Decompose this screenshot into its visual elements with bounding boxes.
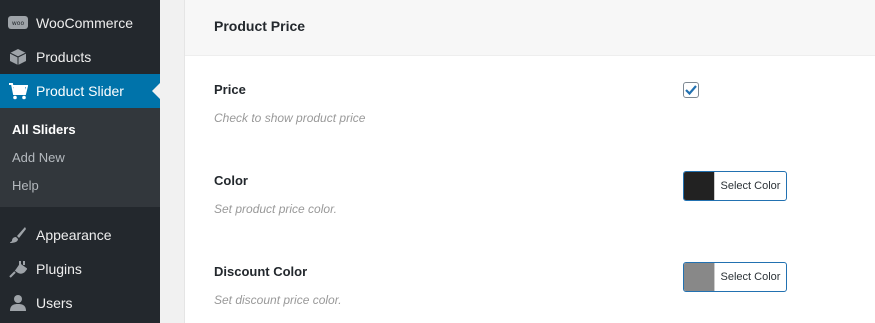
sidebar-item-label: Appearance: [36, 227, 112, 243]
price-checkbox[interactable]: [683, 82, 699, 98]
submenu-item-all-sliders[interactable]: All Sliders: [12, 122, 76, 137]
products-icon: [8, 47, 28, 67]
sidebar-item-label: Product Slider: [36, 83, 124, 99]
sidebar-item-label: WooCommerce: [36, 15, 133, 31]
sidebar-item-appearance[interactable]: Appearance: [0, 218, 160, 252]
select-color-button[interactable]: Select Color: [715, 263, 786, 291]
field-desc-price: Check to show product price: [214, 111, 366, 125]
paintbrush-icon: [8, 225, 28, 245]
sidebar-item-plugins[interactable]: Plugins: [0, 252, 160, 286]
field-label-price: Price: [214, 82, 246, 97]
select-color-button[interactable]: Select Color: [715, 172, 786, 200]
sidebar-submenu: All Sliders Add New Help: [0, 108, 160, 207]
checkmark-icon: [685, 85, 697, 96]
discount-color-picker[interactable]: Select Color: [683, 262, 787, 292]
panel-title: Product Price: [214, 18, 306, 34]
color-swatch[interactable]: [684, 172, 715, 200]
field-label-color: Color: [214, 173, 248, 188]
sidebar-item-label: Users: [36, 295, 73, 311]
submenu-item-help[interactable]: Help: [12, 178, 39, 193]
admin-sidebar: woo WooCommerce Products Product Slider …: [0, 0, 160, 323]
submenu-item-add-new[interactable]: Add New: [12, 150, 65, 165]
field-label-discount-color: Discount Color: [214, 264, 308, 279]
sidebar-item-products[interactable]: Products: [0, 40, 160, 74]
cart-icon: [8, 81, 28, 101]
sidebar-item-woocommerce[interactable]: woo WooCommerce: [0, 6, 160, 40]
settings-panel: Product Price Price Check to show produc…: [184, 0, 875, 323]
svg-text:woo: woo: [12, 20, 25, 27]
main-content: Product Price Price Check to show produc…: [160, 0, 875, 323]
sidebar-item-label: Plugins: [36, 261, 82, 277]
sidebar-item-label: Products: [36, 49, 92, 65]
plugin-icon: [8, 259, 28, 279]
panel-header: Product Price: [185, 0, 875, 56]
price-color-picker[interactable]: Select Color: [683, 171, 787, 201]
sidebar-item-product-slider[interactable]: Product Slider: [0, 74, 160, 108]
woo-icon: woo: [8, 13, 28, 33]
color-swatch[interactable]: [684, 263, 715, 291]
field-desc-discount-color: Set discount price color.: [214, 293, 342, 307]
users-icon: [8, 293, 28, 313]
field-desc-color: Set product price color.: [214, 202, 337, 216]
sidebar-item-users[interactable]: Users: [0, 286, 160, 320]
